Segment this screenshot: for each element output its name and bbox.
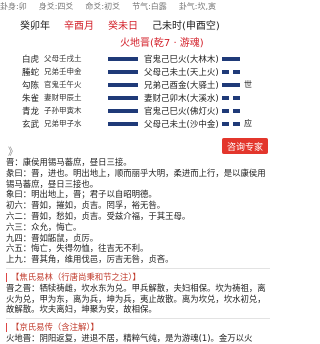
text-line: 彖曰：晋，进也。明出地上，顺而丽乎大明，柔进而上行，是以康侯用锡马蕃庶，昼日三接… bbox=[6, 167, 266, 189]
yao-row: 白虎 父母壬戌土 官鬼己巳火(大林木) bbox=[0, 52, 273, 65]
topbar: 卦身:卯 身爻:四爻 命爻:初爻 节气:白露 卦气:坎,寅 bbox=[0, 0, 273, 12]
section-heading: 【焦氏易林（行唐尚秉和节之注）】 bbox=[6, 272, 270, 283]
six-god: 白虎 bbox=[22, 54, 40, 65]
yao-row: 勾陈 官鬼壬午火 兄弟己酉金(大驿土) 世 bbox=[0, 78, 273, 91]
ganzhi-hour: 己未时(申酉空) bbox=[152, 20, 220, 32]
six-god: 玄武 bbox=[22, 119, 40, 130]
ganzhi-year: 癸卯年 bbox=[20, 20, 50, 32]
yao-bar bbox=[108, 82, 138, 87]
hidden-yao: 兄弟壬申金 bbox=[44, 67, 82, 76]
yao-bar bbox=[108, 56, 138, 61]
yao-bar bbox=[222, 95, 242, 100]
topbar-item: 卦身:卯 bbox=[0, 1, 27, 11]
yao-bar bbox=[108, 121, 138, 126]
yao-bar bbox=[222, 69, 242, 74]
yao-bar bbox=[222, 121, 242, 126]
yao-bar bbox=[222, 108, 242, 113]
yao-row: 青龙 子孙甲寅木 官鬼己巳火(佛灯火) bbox=[0, 104, 273, 117]
divider bbox=[6, 267, 270, 269]
yao-bar bbox=[108, 69, 138, 74]
hidden-yao: 兄弟甲子水 bbox=[44, 119, 82, 128]
text-line: 晋：康侯用锡马蕃庶，昼日三接。 bbox=[6, 157, 132, 167]
hidden-yao: 子孙甲寅木 bbox=[44, 106, 82, 115]
yao-bar bbox=[108, 108, 138, 113]
text-line: 上九：晋其角，维用伐邑，厉吉无咎，贞吝。 bbox=[6, 254, 174, 265]
gua-title: 火地晋(乾7 · 游魂) bbox=[120, 38, 204, 49]
yao-bar bbox=[222, 82, 242, 87]
consult-expert-button[interactable]: 咨询专家 bbox=[222, 138, 268, 154]
section-marker-icon bbox=[6, 272, 7, 282]
yao-bar bbox=[222, 56, 242, 61]
main-yao: 官鬼己巳火(大林木) bbox=[144, 54, 219, 65]
section-text: 晋之晋：牺犊祷雌，坎水东为兑。甲兵解散，夫妇相保。坎为祷祖，离火为兑，甲为东，离… bbox=[6, 282, 266, 315]
yao-row: 朱雀 妻财甲辰土 妻财己卯木(大溪水) bbox=[0, 91, 273, 104]
six-god: 螣蛇 bbox=[22, 67, 40, 78]
section-title: 【焦氏易林（行唐尚秉和节之注）】 bbox=[11, 271, 141, 282]
yao-table: 白虎 父母壬戌土 官鬼己巳火(大林木) 螣蛇 兄弟壬申金 父母己未土(天上火) … bbox=[0, 52, 273, 130]
ganzhi-day: 癸未日 bbox=[108, 20, 138, 32]
topbar-item: 卦气:坎,寅 bbox=[178, 1, 217, 11]
text-line: 六二：晋如，愁如，贞吉。受兹介福，于其王母。 bbox=[6, 210, 191, 221]
divider bbox=[6, 318, 270, 320]
text-line: 九四：晋如鼫鼠，贞厉。 bbox=[6, 232, 99, 243]
hidden-yao: 妻财甲辰土 bbox=[44, 93, 82, 102]
hidden-yao: 父母壬戌土 bbox=[44, 54, 82, 63]
yao-row: 螣蛇 兄弟壬申金 父母己未土(天上火) bbox=[0, 65, 273, 78]
text-line: 初六：晋如，摧如，贞吉。罔孚，裕无咎。 bbox=[6, 200, 166, 211]
yao-row: 玄武 兄弟甲子水 父母己未土(沙中金) 应 bbox=[0, 117, 273, 130]
chevron-right-icon[interactable]: 》 bbox=[8, 143, 18, 158]
section-title: 【京氏易传（含注解）】 bbox=[11, 322, 99, 333]
topbar-item: 命爻:初爻 bbox=[85, 1, 121, 11]
yao-mark: 世 bbox=[244, 80, 252, 89]
hidden-yao: 官鬼壬午火 bbox=[44, 80, 82, 89]
six-god: 勾陈 bbox=[22, 80, 40, 91]
text-line: 象曰：明出地上，晋；君子以自昭明德。 bbox=[6, 189, 157, 200]
main-yao: 父母己未土(天上火) bbox=[144, 67, 219, 78]
main-yao: 妻财己卯木(大溪水) bbox=[144, 93, 219, 104]
section-heading: 【京氏易传（含注解）】 bbox=[6, 322, 270, 333]
ganzhi-month: 辛酉月 bbox=[64, 20, 94, 32]
topbar-item: 节气:白露 bbox=[132, 1, 167, 11]
yao-mark: 应 bbox=[244, 119, 252, 128]
main-yao: 官鬼己巳火(佛灯火) bbox=[144, 106, 219, 117]
yao-bar bbox=[108, 95, 138, 100]
ganzhi-row: 癸卯年 辛酉月 癸未日 己未时(申酉空) bbox=[0, 16, 273, 32]
section-marker-icon bbox=[6, 323, 7, 333]
main-yao: 兄弟己酉金(大驿土) bbox=[144, 80, 219, 91]
six-god: 朱雀 bbox=[22, 93, 40, 104]
main-yao: 父母己未土(沙中金) bbox=[144, 119, 219, 130]
topbar-item: 身爻:四爻 bbox=[38, 1, 74, 11]
text-line: 六三：众允，悔亡。 bbox=[6, 221, 82, 232]
six-god: 青龙 bbox=[22, 106, 40, 117]
text-line: 六五：悔亡，失得勿恤，往吉无不利。 bbox=[6, 243, 149, 254]
section-text: 火地晋：阴阳返复，进退不居，精粹气纯，是为游魂(1)。金万以火 bbox=[6, 332, 253, 343]
gua-text: 晋：康侯用锡马蕃庶，昼日三接。 彖曰：晋，进也。明出地上，顺而丽乎大明，柔进而上… bbox=[6, 157, 270, 344]
